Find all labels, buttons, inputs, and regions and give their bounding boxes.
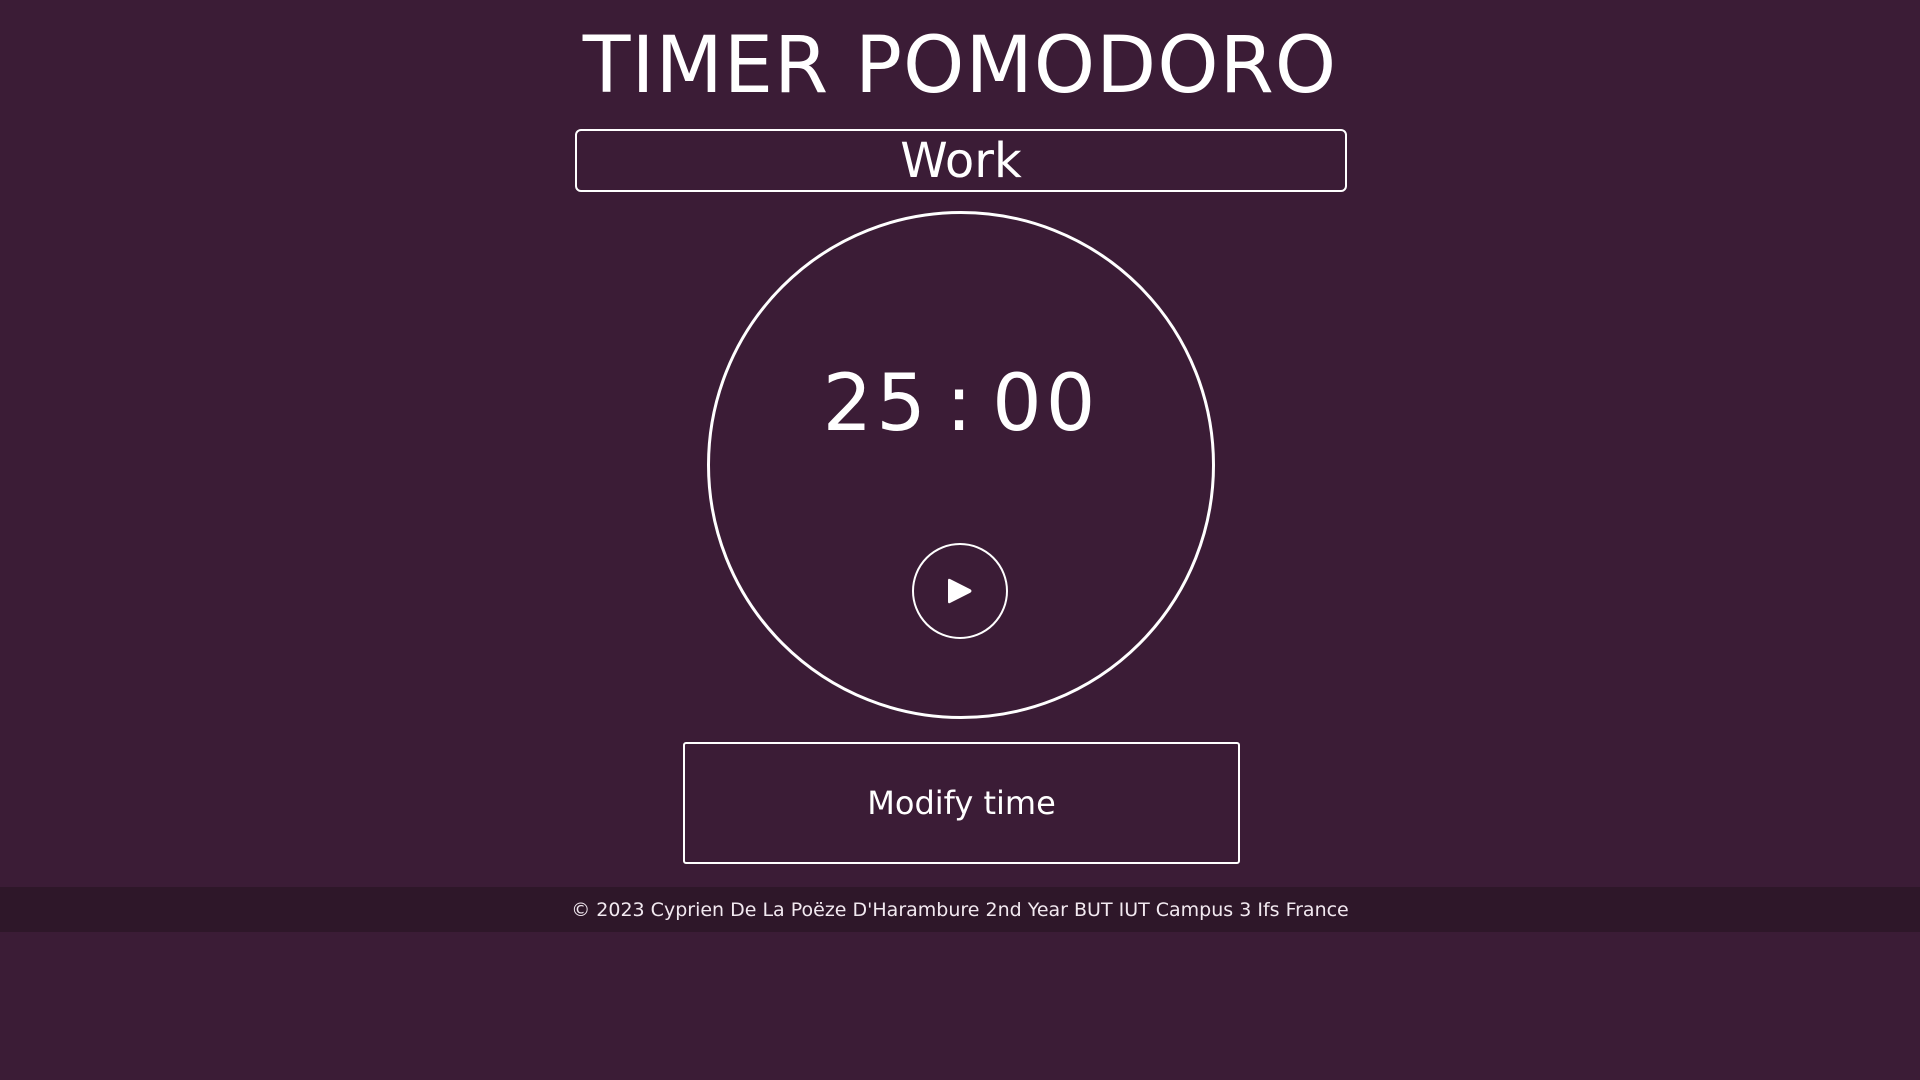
page-title: TIMER POMODORO <box>582 21 1338 111</box>
play-icon <box>948 578 972 604</box>
timer-minutes: 25 <box>822 359 930 449</box>
mode-label: Work <box>900 132 1022 189</box>
timer-circle: 25:00 <box>707 211 1215 719</box>
modify-time-label: Modify time <box>867 784 1056 822</box>
play-button[interactable] <box>912 543 1008 639</box>
pomodoro-page: TIMER POMODORO Work 25:00 Modify time © … <box>0 0 1920 1080</box>
timer-seconds: 00 <box>992 359 1100 449</box>
timer-separator: : <box>945 359 977 449</box>
footer-copyright: © 2023 Cyprien De La Poëze D'Harambure 2… <box>571 898 1349 921</box>
footer: © 2023 Cyprien De La Poëze D'Harambure 2… <box>0 887 1920 932</box>
modify-time-button[interactable]: Modify time <box>683 742 1240 864</box>
mode-label-box: Work <box>575 129 1347 192</box>
time-display: 25:00 <box>710 359 1212 449</box>
